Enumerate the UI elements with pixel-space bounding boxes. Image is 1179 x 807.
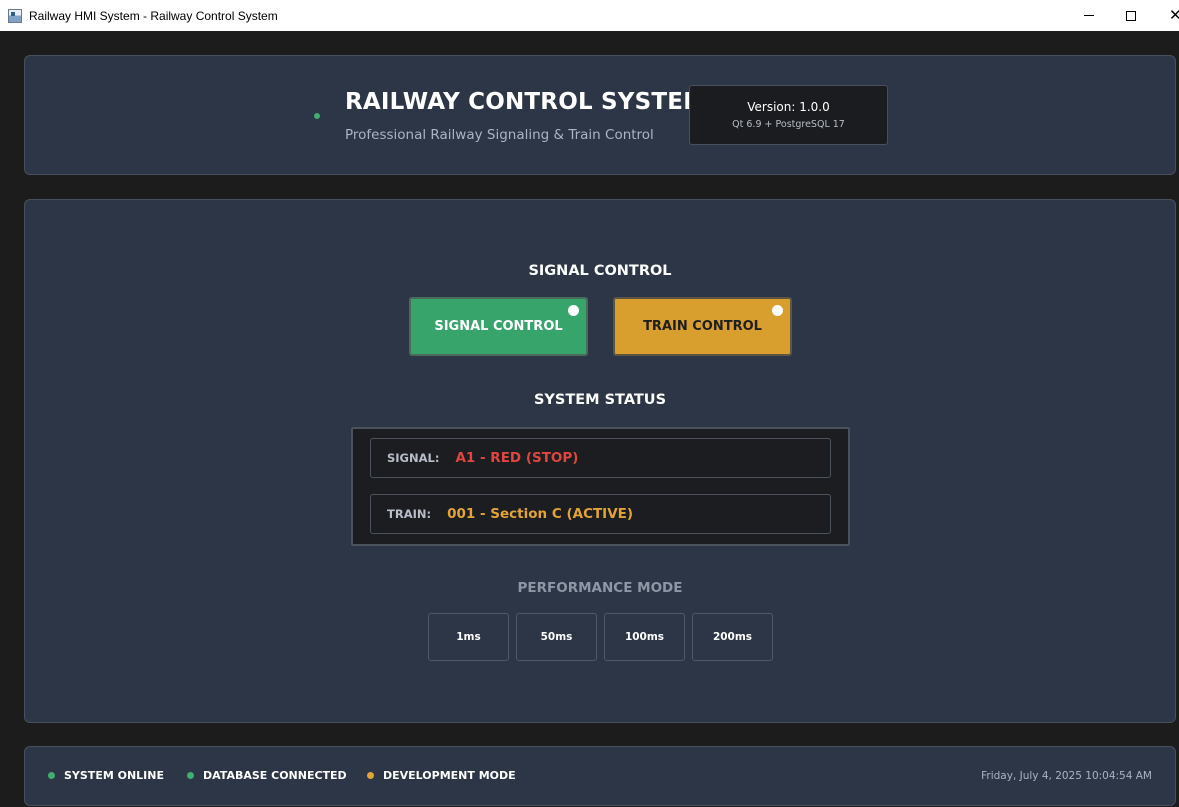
- status-label: SYSTEM ONLINE: [64, 769, 164, 782]
- performance-50ms-button[interactable]: 50ms: [516, 613, 597, 661]
- status-dot-icon: [187, 772, 194, 779]
- maximize-icon: [1126, 10, 1136, 21]
- version-tech-stack: Qt 6.9 + PostgreSQL 17: [732, 119, 845, 130]
- close-button[interactable]: ✕: [1152, 0, 1179, 31]
- status-dot-icon: [367, 772, 374, 779]
- train-status-value: 001 - Section C (ACTIVE): [447, 506, 634, 522]
- app-title: RAILWAY CONTROL SYSTEM: [345, 89, 707, 115]
- version-box: Version: 1.0.0 Qt 6.9 + PostgreSQL 17: [689, 85, 888, 145]
- status-database-connected: DATABASE CONNECTED: [187, 769, 347, 782]
- system-status-box: SIGNAL: A1 - RED (STOP) TRAIN: 001 - Sec…: [351, 427, 850, 546]
- version-label: Version: 1.0.0: [747, 100, 830, 114]
- train-status-row: TRAIN: 001 - Section C (ACTIVE): [370, 494, 831, 534]
- close-icon: ✕: [1169, 7, 1179, 24]
- train-status-label: TRAIN:: [387, 507, 432, 521]
- status-system-online: SYSTEM ONLINE: [48, 769, 164, 782]
- performance-option-label: 50ms: [540, 631, 573, 643]
- signal-status-value: A1 - RED (STOP): [455, 450, 579, 466]
- performance-1ms-button[interactable]: 1ms: [428, 613, 509, 661]
- signal-control-heading: SIGNAL CONTROL: [528, 263, 672, 279]
- performance-option-label: 200ms: [712, 631, 753, 643]
- performance-option-label: 1ms: [456, 631, 481, 643]
- main-panel: SIGNAL CONTROL SIGNAL CONTROL TRAIN CONT…: [24, 199, 1176, 723]
- window-title: Railway HMI System - Railway Control Sys…: [29, 8, 278, 23]
- performance-200ms-button[interactable]: 200ms: [692, 613, 773, 661]
- maximize-button[interactable]: [1108, 0, 1154, 31]
- minimize-button[interactable]: [1066, 0, 1112, 31]
- status-label: DEVELOPMENT MODE: [383, 769, 516, 782]
- status-bar: SYSTEM ONLINE DATABASE CONNECTED DEVELOP…: [24, 746, 1176, 806]
- train-control-indicator-icon: [772, 305, 783, 316]
- status-development-mode: DEVELOPMENT MODE: [367, 769, 516, 782]
- system-status-heading: SYSTEM STATUS: [533, 392, 667, 408]
- signal-status-label: SIGNAL:: [387, 451, 440, 465]
- status-dot-icon: [48, 772, 55, 779]
- signal-status-row: SIGNAL: A1 - RED (STOP): [370, 438, 831, 478]
- performance-100ms-button[interactable]: 100ms: [604, 613, 685, 661]
- app-subtitle: Professional Railway Signaling & Train C…: [345, 127, 654, 143]
- signal-control-indicator-icon: [568, 305, 579, 316]
- window-titlebar: Railway HMI System - Railway Control Sys…: [0, 0, 1179, 31]
- performance-mode-heading: PERFORMANCE MODE: [517, 580, 683, 596]
- signal-control-button-label: SIGNAL CONTROL: [434, 319, 563, 334]
- header-panel: RAILWAY CONTROL SYSTEM Professional Rail…: [24, 55, 1176, 175]
- performance-option-label: 100ms: [624, 631, 665, 643]
- system-indicator-icon: [314, 113, 320, 119]
- status-datetime: Friday, July 4, 2025 10:04:54 AM: [981, 770, 1152, 782]
- status-label: DATABASE CONNECTED: [203, 769, 347, 782]
- train-control-button-label: TRAIN CONTROL: [643, 319, 762, 334]
- app-icon: [8, 8, 22, 23]
- signal-control-button[interactable]: SIGNAL CONTROL: [409, 297, 588, 356]
- train-control-button[interactable]: TRAIN CONTROL: [613, 297, 792, 356]
- minimize-icon: [1084, 15, 1094, 16]
